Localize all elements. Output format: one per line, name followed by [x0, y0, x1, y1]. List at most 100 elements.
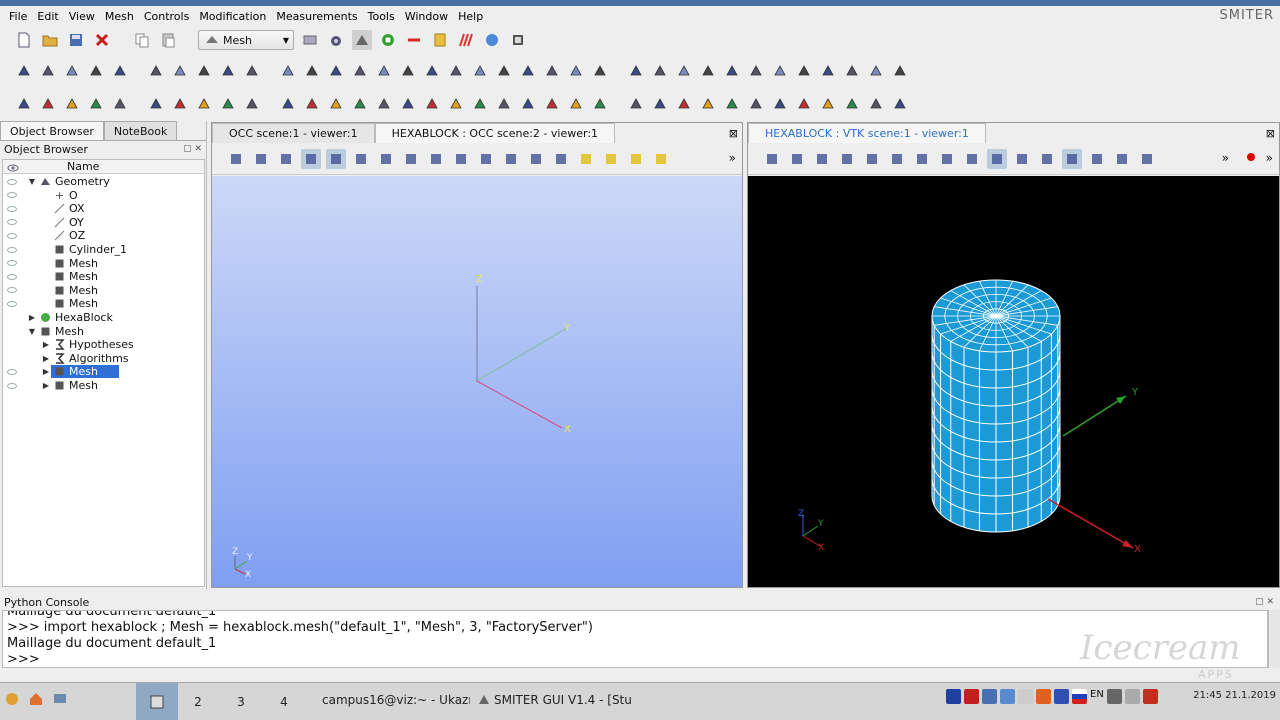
tray-app-icon[interactable] — [946, 689, 961, 704]
workspace-4[interactable]: 4 — [263, 683, 305, 720]
view-tool-icon[interactable] — [326, 148, 346, 169]
tool-icon[interactable] — [350, 94, 370, 114]
visibility-eye-icon[interactable] — [7, 287, 17, 294]
tool-icon[interactable] — [62, 94, 82, 114]
tool-icon[interactable] — [242, 61, 262, 81]
tool-icon[interactable] — [278, 61, 298, 81]
tray-app-icon[interactable] — [1106, 689, 1122, 704]
keyboard-layout[interactable]: EN — [1090, 689, 1104, 704]
help-globe-icon[interactable] — [482, 30, 502, 50]
tool-icon[interactable] — [374, 94, 394, 114]
view-tool-icon[interactable] — [762, 149, 782, 169]
tool-icon[interactable] — [218, 94, 238, 114]
menu-controls[interactable]: Controls — [139, 10, 195, 23]
tool-icon[interactable] — [890, 94, 910, 114]
notebook-icon[interactable] — [430, 30, 450, 50]
tool-icon[interactable] — [722, 94, 742, 114]
tool-icon[interactable] — [302, 61, 322, 81]
tray-app-icon[interactable] — [1054, 689, 1069, 704]
view-tool-icon[interactable] — [1037, 149, 1057, 169]
tool-icon[interactable] — [146, 94, 166, 114]
tree-item-node[interactable]: Mesh — [51, 270, 101, 283]
view-tool-icon[interactable] — [401, 149, 421, 169]
view-tool-icon[interactable] — [476, 149, 496, 169]
visibility-eye-icon[interactable] — [7, 260, 17, 267]
tool-icon[interactable] — [518, 61, 538, 81]
view-tool-icon[interactable] — [787, 149, 807, 169]
tree-item-node[interactable]: HexaBlock — [37, 311, 116, 324]
tree-item[interactable]: OX — [3, 202, 203, 215]
workspace-2[interactable]: 2 — [177, 683, 219, 720]
flag-icon[interactable] — [1072, 689, 1087, 704]
tree-item-node[interactable]: Mesh — [51, 365, 119, 379]
python-console[interactable]: Maillage du document default_1 >>> impor… — [2, 610, 1268, 668]
view-tool-icon[interactable] — [351, 149, 371, 169]
tool-icon[interactable] — [590, 94, 610, 114]
tree-item-node[interactable]: Geometry — [37, 175, 113, 188]
tool-icon[interactable] — [590, 61, 610, 81]
save-icon[interactable] — [66, 30, 86, 50]
menu-window[interactable]: Window — [400, 10, 453, 23]
more-tools-icon-2[interactable]: » — [1266, 151, 1273, 165]
float-panel-icon[interactable]: ▢ — [1255, 597, 1264, 607]
tree-item-node[interactable]: OX — [51, 202, 88, 215]
object-tree[interactable]: Name ▼ Geometry + O OX OY OZ Cylinder_1 Mesh Mesh… — [2, 159, 205, 587]
tool-icon[interactable] — [398, 94, 418, 114]
tool-icon[interactable] — [38, 94, 58, 114]
home-icon[interactable] — [28, 691, 44, 710]
network-icon[interactable] — [52, 691, 68, 710]
tool-icon[interactable] — [722, 61, 742, 81]
tool-icon[interactable] — [674, 94, 694, 114]
view-tool-icon[interactable] — [912, 149, 932, 169]
visibility-eye-icon[interactable] — [7, 205, 17, 212]
tray-app-icon[interactable] — [1142, 689, 1158, 704]
tree-item[interactable]: ▼ Geometry — [3, 175, 203, 188]
view-tool-icon[interactable] — [301, 148, 321, 169]
tray-app-icon[interactable] — [1018, 689, 1033, 704]
visibility-eye-icon[interactable] — [7, 368, 17, 375]
close-panel-icon[interactable]: ✕ — [1266, 597, 1274, 607]
tool-icon[interactable] — [818, 94, 838, 114]
visibility-eye-icon[interactable] — [7, 232, 17, 239]
tree-item[interactable]: ▶ HexaBlock — [3, 311, 203, 324]
tree-item[interactable]: + O — [3, 189, 203, 202]
visibility-eye-icon[interactable] — [7, 300, 17, 307]
tool-icon[interactable] — [650, 61, 670, 81]
view-tool-icon[interactable] — [1137, 149, 1157, 169]
tool-icon[interactable] — [326, 61, 346, 81]
more-tools-icon[interactable]: » — [1222, 151, 1229, 165]
view-tool-icon[interactable] — [526, 149, 546, 169]
tree-item-node[interactable]: OZ — [51, 229, 88, 242]
tool-icon[interactable] — [38, 61, 58, 81]
view-tool-icon[interactable] — [426, 149, 446, 169]
tool-icon[interactable] — [470, 61, 490, 81]
tree-item[interactable]: Mesh — [3, 284, 203, 297]
view-tool-icon[interactable] — [1012, 149, 1032, 169]
view-tool-icon[interactable] — [626, 149, 646, 169]
record-icon[interactable] — [1247, 153, 1255, 161]
chevron-right-icon[interactable]: ▶ — [41, 381, 51, 390]
tree-item-node[interactable]: Algorithms — [51, 352, 132, 365]
tree-item[interactable]: ▶ Mesh — [3, 365, 203, 379]
view-tool-icon[interactable] — [276, 149, 296, 169]
tool-icon[interactable] — [866, 61, 886, 81]
view-tool-icon[interactable] — [651, 149, 671, 169]
tab-hexablock-occ-scene-2[interactable]: HEXABLOCK : OCC scene:2 - viewer:1 — [374, 123, 616, 143]
tool-icon[interactable] — [566, 61, 586, 81]
chevron-right-icon[interactable]: ▶ — [41, 354, 51, 363]
geometry-module-icon[interactable] — [300, 30, 320, 50]
tree-item[interactable]: OY — [3, 216, 203, 229]
tree-item-node[interactable]: Mesh — [51, 297, 101, 310]
tree-item[interactable]: ▼ Mesh — [3, 325, 203, 338]
tool-icon[interactable] — [110, 94, 130, 114]
visibility-eye-icon[interactable] — [7, 273, 17, 280]
tool-icon[interactable] — [278, 94, 298, 114]
tool-icon[interactable] — [770, 94, 790, 114]
visibility-eye-icon[interactable] — [7, 219, 17, 226]
smesh-icon[interactable] — [378, 30, 398, 50]
tray-app-icon[interactable] — [1000, 689, 1015, 704]
tray-app-icon[interactable] — [1124, 689, 1140, 704]
float-panel-icon[interactable]: ▢ — [183, 144, 192, 154]
tool-icon[interactable] — [746, 61, 766, 81]
tree-item[interactable]: ▶ Algorithms — [3, 352, 203, 365]
